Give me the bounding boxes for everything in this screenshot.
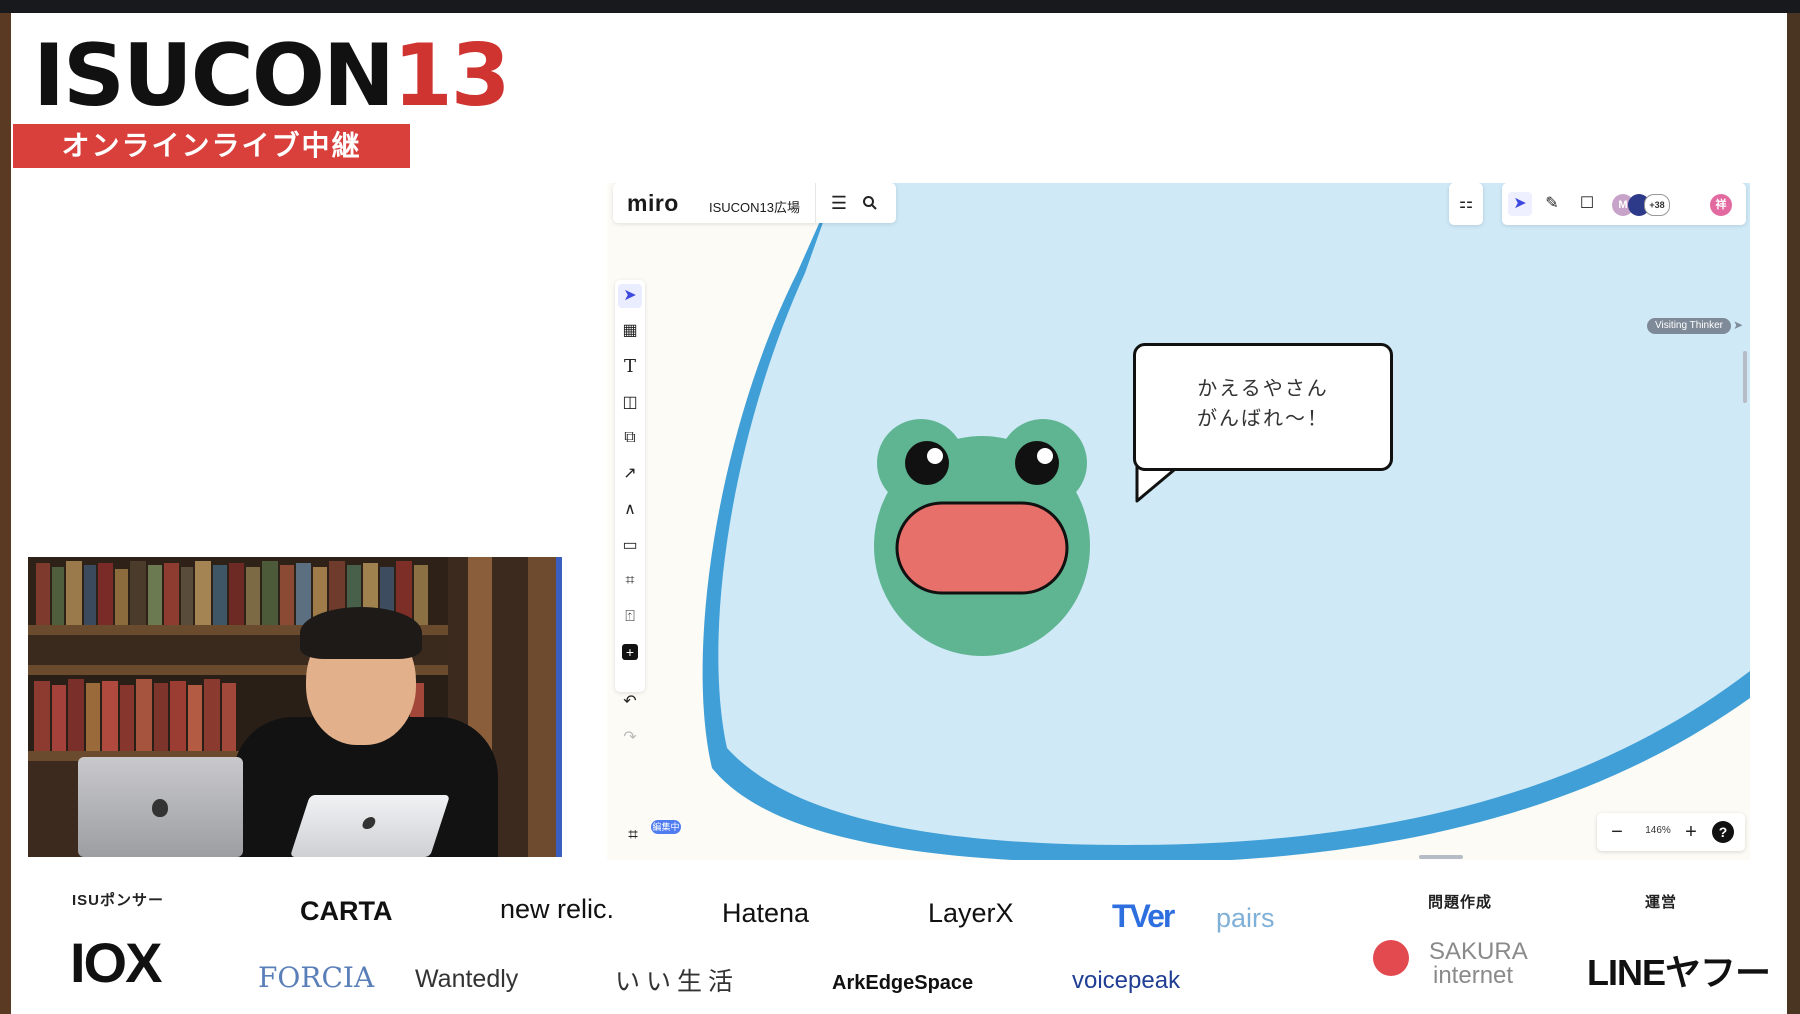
sponsor-logo: FORCIA <box>258 961 375 994</box>
sponsor-logo: TVer <box>1112 898 1175 934</box>
board-name[interactable]: ISUCON13広場 <box>709 197 800 216</box>
upload-icon[interactable]: ⍐ <box>618 605 642 629</box>
sponsor-logo: ArkEdgeSpace <box>832 972 974 994</box>
sponsor-logo: Wantedly <box>415 965 519 993</box>
pen-icon[interactable]: ∧ <box>618 498 642 522</box>
sponsor-logo: pairs <box>1216 903 1275 933</box>
canvas-drawing <box>702 183 1750 860</box>
frame-icon[interactable]: ⌗ <box>618 569 642 593</box>
sponsor-logo: new relic. <box>500 894 615 924</box>
search-icon[interactable] <box>857 190 883 216</box>
sponsor-logo: CARTA <box>300 896 393 926</box>
logo-number: 13 <box>392 26 511 126</box>
speech-bubble[interactable]: かえるやさん がんばれ〜！ <box>1133 343 1393 471</box>
participant-count[interactable]: +38 <box>1644 194 1670 216</box>
logo-main-text: ISUCON <box>33 26 395 126</box>
wood-pillar <box>528 557 556 857</box>
editing-tag: 編集中 <box>651 820 681 834</box>
frames-panel-icon[interactable]: ⌗ <box>621 823 645 847</box>
problem-sponsor-line: SAKURA <box>1429 938 1528 965</box>
apps-icon[interactable]: ⚏ <box>1454 192 1478 216</box>
miro-board-window: miro ISUCON13広場 ☰ ⚏ ➤ ✎ ☐ M +38 祥 ➤ ▦ T … <box>607 183 1750 860</box>
apple-logo-icon <box>361 817 377 829</box>
laptop-right <box>289 795 451 857</box>
horizontal-scrollbar[interactable] <box>1419 855 1463 859</box>
templates-icon[interactable]: ▦ <box>618 319 642 343</box>
cursor-mode-icon[interactable]: ➤ <box>1508 192 1532 216</box>
logo-title: ISUCON13 <box>33 30 511 122</box>
miro-logo[interactable]: miro <box>627 190 679 217</box>
divider <box>815 183 816 223</box>
comments-icon[interactable]: ☐ <box>1575 192 1599 216</box>
sakura-logo-icon <box>1373 940 1409 976</box>
speech-line: かえるやさん <box>1197 378 1329 400</box>
sponsor-logo: voicepeak <box>1072 967 1181 994</box>
zoom-controls: − 146% + ? <box>1597 813 1745 851</box>
cursor-arrow-icon: ➤ <box>1733 318 1744 332</box>
shapes-icon[interactable]: ⧉ <box>618 426 642 450</box>
menu-icon[interactable]: ☰ <box>826 190 852 216</box>
speech-bubble-tail <box>1135 465 1181 503</box>
frog-illustration[interactable] <box>869 418 1109 658</box>
operator-logo: LINEヤフー <box>1587 952 1771 993</box>
sticky-note-icon[interactable]: ◫ <box>618 391 642 415</box>
redo-icon[interactable]: ↷ <box>618 726 642 750</box>
apps-group: ⚏ <box>1449 183 1483 225</box>
top-bar <box>0 0 1800 13</box>
miro-header-bar: miro ISUCON13広場 ☰ <box>613 183 896 223</box>
select-tool-icon[interactable]: ➤ <box>618 284 642 308</box>
help-button[interactable]: ? <box>1712 821 1734 843</box>
self-avatar[interactable]: 祥 <box>1710 194 1732 216</box>
sponsor-logo: LayerX <box>928 898 1014 928</box>
webcam-video <box>28 557 562 857</box>
presenter-hair <box>300 607 422 659</box>
apple-logo-icon <box>152 799 168 817</box>
speech-line: がんばれ〜！ <box>1197 408 1329 430</box>
zoom-level[interactable]: 146% <box>1641 825 1675 836</box>
vertical-scrollbar[interactable] <box>1743 351 1747 403</box>
collab-toolbar: ➤ ✎ ☐ M +38 祥 <box>1502 183 1746 225</box>
operator-heading: 運営 <box>1645 894 1678 911</box>
collaborator-cursor-label: Visiting Thinker <box>1647 318 1731 334</box>
right-edge <box>1787 13 1800 1014</box>
logo-subtitle: オンラインライブ中継 <box>13 124 410 168</box>
sponsor-logo: いい生活 <box>615 968 740 996</box>
blue-edge <box>556 557 562 857</box>
creation-toolbar: ➤ ▦ T ◫ ⧉ ↗ ∧ ▭ ⌗ ⍐ + <box>615 280 645 692</box>
connection-line-icon[interactable]: ↗ <box>618 462 642 486</box>
problem-heading: 問題作成 <box>1428 894 1493 911</box>
event-logo: ISUCON13 オンラインライブ中継 <box>13 30 511 168</box>
laptop-left <box>78 757 243 857</box>
sponsor-logo: Hatena <box>722 898 810 928</box>
problem-sponsor-line: internet <box>1433 962 1514 989</box>
undo-icon[interactable]: ↶ <box>618 690 642 714</box>
problem-sponsor: SAKURA internet <box>1429 940 1528 988</box>
celebrate-icon[interactable]: ✎ <box>1540 192 1564 216</box>
speech-text: かえるやさん がんばれ〜！ <box>1136 374 1390 434</box>
main-sponsor-logo: IOX <box>70 931 162 994</box>
isu-sponsor-heading: ISUポンサー <box>72 892 165 909</box>
zoom-out-button[interactable]: − <box>1605 820 1629 844</box>
zoom-in-button[interactable]: + <box>1679 820 1703 844</box>
text-tool-icon[interactable]: T <box>618 355 642 379</box>
left-edge <box>0 13 11 1014</box>
comment-icon[interactable]: ▭ <box>618 534 642 558</box>
more-tools-icon[interactable]: + <box>618 641 642 665</box>
